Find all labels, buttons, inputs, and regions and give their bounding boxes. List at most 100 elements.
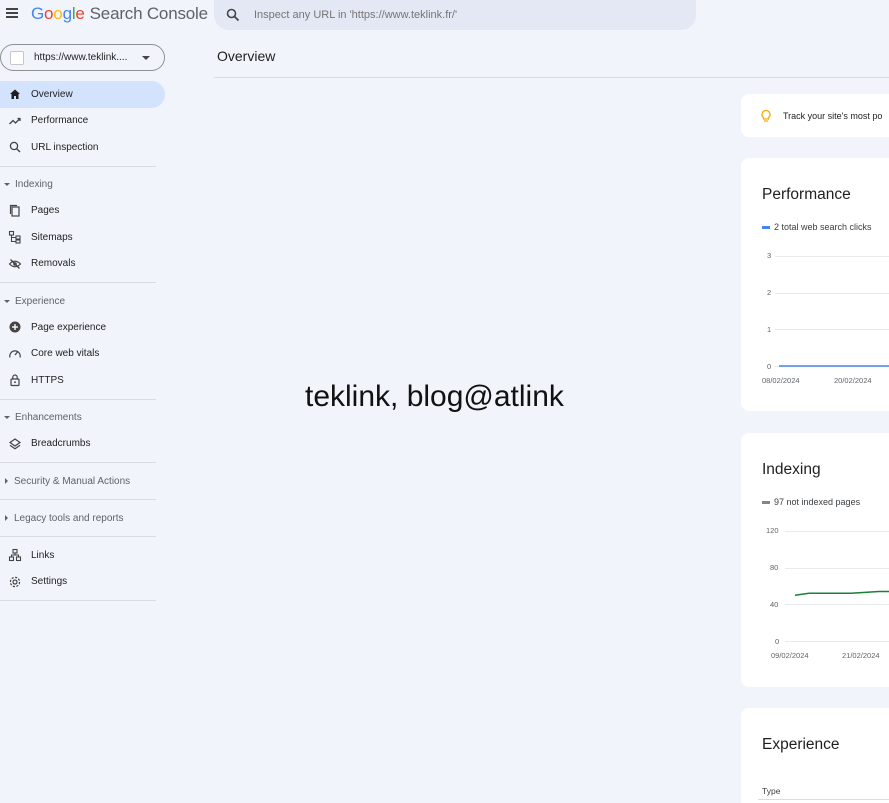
search-icon — [226, 8, 240, 22]
performance-legend[interactable]: 2 total web search clicks — [762, 222, 872, 232]
logo-letter-g2: g — [62, 4, 72, 23]
main-menu-icon[interactable] — [6, 6, 20, 20]
sidebar-item-performance[interactable]: Performance — [0, 108, 165, 135]
sidebar-item-sitemaps[interactable]: Sitemaps — [0, 224, 165, 251]
sidebar-label: Pages — [31, 205, 60, 217]
sidebar-label: Core web vitals — [31, 348, 100, 360]
url-inspect-bar[interactable] — [214, 0, 696, 30]
y-tick-label: 120 — [766, 526, 779, 535]
section-label: Legacy tools and reports — [14, 512, 124, 524]
sidebar-item-pages[interactable]: Pages — [0, 198, 165, 225]
home-icon — [10, 89, 20, 100]
gear-icon — [9, 576, 21, 587]
legend-swatch — [762, 500, 770, 504]
logo-letter-g: G — [31, 4, 45, 23]
sidebar-label: Page experience — [31, 321, 107, 333]
performance-card[interactable]: Performance 2 total web search clicks 3 … — [741, 158, 889, 411]
logo-letter-e: e — [75, 4, 85, 23]
links-tree-icon — [8, 549, 22, 562]
product-name: Search Console — [89, 4, 208, 23]
trending-up-icon — [9, 117, 21, 125]
y-tick-label: 3 — [767, 251, 772, 260]
sidebar-nav: Overview Performance URL inspection Inde… — [0, 81, 165, 606]
sidebar-section-security[interactable]: Security & Manual Actions — [0, 468, 165, 494]
section-label: Security & Manual Actions — [14, 475, 131, 487]
sidebar-item-breadcrumbs[interactable]: Breadcrumbs — [0, 431, 165, 458]
sidebar-item-settings[interactable]: Settings — [0, 569, 165, 596]
sidebar-divider — [0, 536, 156, 537]
site-favicon-icon — [10, 50, 24, 65]
sidebar-label: Overview — [31, 88, 73, 100]
legend-label: 2 total web search clicks — [774, 222, 872, 232]
page-title: Overview — [217, 48, 276, 64]
section-label: Enhancements — [15, 412, 82, 423]
sidebar-divider — [0, 398, 156, 400]
y-tick-label: 0 — [775, 637, 780, 646]
experience-title: Experience — [762, 736, 840, 753]
caret-right-icon — [5, 478, 8, 484]
sidebar-item-links[interactable]: Links — [0, 542, 165, 569]
sidebar-divider — [0, 165, 156, 167]
experience-card[interactable]: Experience Type — [741, 708, 889, 803]
indexing-title: Indexing — [762, 461, 821, 478]
sitemap-icon — [8, 231, 21, 244]
caret-down-icon — [4, 299, 10, 303]
y-tick-label: 2 — [767, 288, 772, 297]
y-tick-label: 80 — [770, 563, 779, 572]
visibility-off-icon — [8, 258, 22, 269]
logo-letter-o2: o — [53, 4, 63, 23]
tip-text: Track your site's most po — [783, 110, 883, 121]
caret-right-icon — [5, 515, 8, 521]
y-tick-label: 40 — [770, 600, 779, 609]
y-tick-label: 1 — [767, 325, 772, 334]
sidebar-label: Settings — [31, 576, 68, 588]
lightbulb-icon — [761, 109, 771, 122]
section-label: Experience — [15, 295, 66, 307]
sidebar-item-removals[interactable]: Removals — [0, 251, 165, 278]
experience-type-header: Type — [762, 786, 781, 796]
x-tick-label: 09/02/2024 — [771, 651, 809, 660]
sidebar-item-page-experience[interactable]: Page experience — [0, 314, 165, 341]
indexing-card[interactable]: Indexing 97 not indexed pages 120 80 40 … — [741, 433, 889, 687]
search-icon — [9, 142, 21, 153]
performance-line-chart — [779, 365, 889, 367]
indexing-legend[interactable]: 97 not indexed pages — [762, 497, 860, 507]
caret-down-icon — [4, 416, 10, 419]
logo-letter-o1: o — [44, 4, 54, 23]
x-tick-label: 08/02/2024 — [762, 376, 800, 385]
sidebar-divider — [0, 282, 156, 283]
sidebar-label: URL inspection — [31, 141, 99, 153]
sidebar-section-enhancements[interactable]: Enhancements — [0, 405, 165, 431]
section-label: Indexing — [15, 179, 53, 190]
indexing-series-line — [794, 590, 889, 596]
sidebar-label: Performance — [31, 115, 89, 127]
performance-title: Performance — [762, 186, 851, 203]
sidebar-section-legacy[interactable]: Legacy tools and reports — [0, 505, 165, 531]
sidebar-item-core-web-vitals[interactable]: Core web vitals — [0, 341, 165, 368]
x-tick-label: 21/02/2024 — [842, 651, 880, 660]
lock-icon — [10, 374, 20, 387]
sidebar-divider — [0, 462, 156, 463]
sidebar-label: Removals — [31, 258, 76, 270]
legend-label: 97 not indexed pages — [774, 497, 861, 507]
tip-card[interactable]: Track your site's most po — [741, 94, 889, 137]
table-header-divider — [758, 799, 889, 800]
sidebar-item-overview[interactable]: Overview — [0, 81, 165, 108]
y-tick-label: 0 — [767, 362, 772, 371]
sidebar-item-url-inspection[interactable]: URL inspection — [0, 134, 165, 161]
x-tick-label: 20/02/2024 — [834, 376, 872, 385]
speed-gauge-icon — [9, 350, 21, 358]
sidebar-section-indexing[interactable]: Indexing — [0, 172, 165, 198]
url-inspect-input[interactable] — [254, 9, 674, 21]
header-divider — [214, 77, 889, 78]
search-console-logo[interactable]: Google Search Console — [31, 4, 208, 24]
sidebar-section-experience[interactable]: Experience — [0, 288, 165, 314]
add-circle-icon — [9, 321, 21, 333]
sidebar-label: HTTPS — [31, 374, 64, 386]
sidebar-item-https[interactable]: HTTPS — [0, 367, 165, 394]
watermark-text: teklink, blog@atlink — [305, 380, 564, 413]
sidebar-label: Breadcrumbs — [31, 438, 91, 450]
sidebar-label: Links — [31, 549, 55, 561]
indexing-line-chart — [794, 590, 889, 596]
property-selector[interactable]: https://www.teklink.... — [0, 44, 165, 71]
